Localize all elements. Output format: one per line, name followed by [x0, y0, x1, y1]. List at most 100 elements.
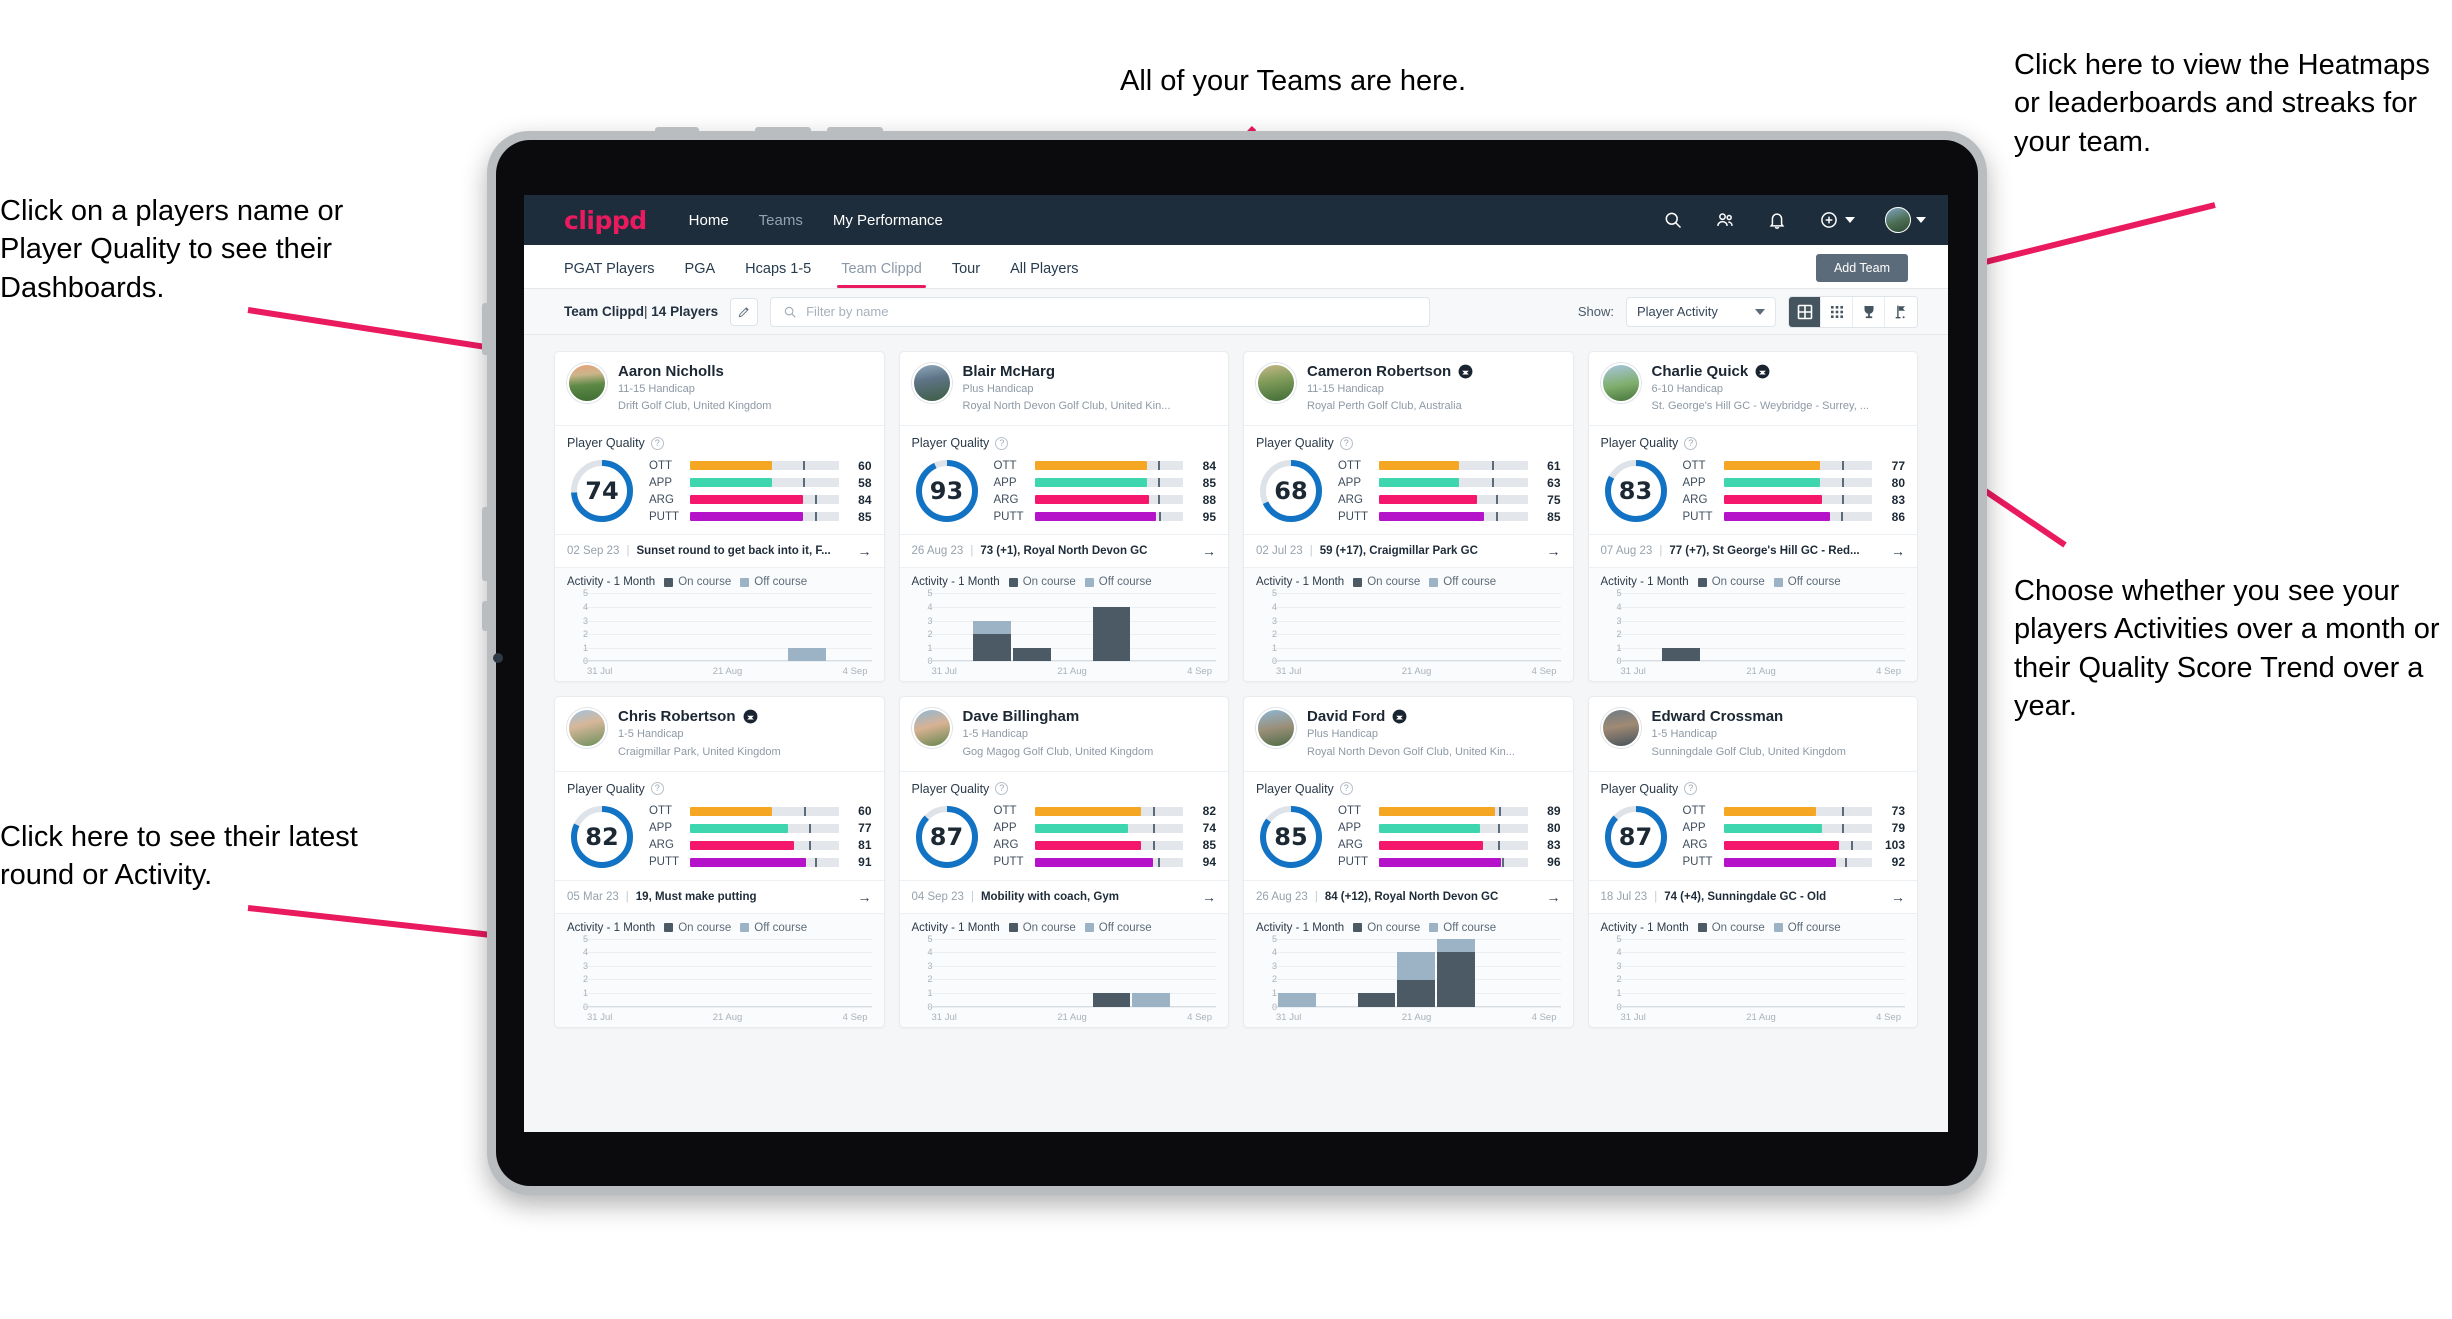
player-name-row[interactable]: Chris Robertson [618, 708, 781, 725]
dense-grid-view-button[interactable] [1821, 296, 1853, 327]
show-select[interactable]: Player Activity [1626, 296, 1776, 327]
player-avatar[interactable] [1600, 363, 1641, 403]
player-name[interactable]: Edward Crossman [1652, 708, 1784, 725]
player-name-row[interactable]: Cameron Robertson [1307, 363, 1473, 380]
power-button[interactable] [655, 127, 699, 135]
player-avatar[interactable] [1600, 708, 1641, 749]
player-name[interactable]: Cameron Robertson [1307, 363, 1451, 380]
quality-donut[interactable]: 93 [912, 456, 982, 526]
player-avatar[interactable] [911, 708, 952, 749]
question-circle-icon[interactable]: ? [995, 782, 1009, 796]
player-card[interactable]: Aaron Nicholls 11-15 Handicap Drift Golf… [554, 351, 885, 683]
player-name-row[interactable]: Aaron Nicholls [618, 363, 771, 380]
player-name-row[interactable]: Dave Billingham [963, 708, 1154, 725]
player-header[interactable]: Blair McHarg Plus Handicap Royal North D… [900, 352, 1229, 425]
player-name-row[interactable]: Blair McHarg [963, 363, 1171, 380]
quality-donut[interactable]: 68 [1256, 456, 1326, 526]
player-header[interactable]: Cameron Robertson 11-15 Handicap Royal P… [1244, 352, 1573, 425]
player-name[interactable]: Blair McHarg [963, 363, 1056, 380]
player-quality-section[interactable]: Player Quality ? 87 OTT 82 APP 74 ARG 85… [899, 770, 1228, 880]
player-name[interactable]: Chris Robertson [618, 708, 736, 725]
quality-donut[interactable]: 85 [1256, 802, 1326, 872]
create-menu[interactable] [1818, 209, 1855, 231]
player-avatar[interactable] [1256, 363, 1296, 403]
player-avatar[interactable] [567, 363, 607, 403]
player-name-row[interactable]: Charlie Quick [1652, 363, 1869, 380]
latest-activity-row[interactable]: 05 Mar 23 | 19, Must make putting → [555, 879, 884, 913]
add-team-button[interactable]: Add Team [1815, 254, 1908, 282]
people-icon[interactable] [1714, 209, 1736, 231]
player-quality-section[interactable]: Player Quality ? 74 OTT 60 APP 58 ARG 84… [555, 425, 884, 534]
player-quality-section[interactable]: Player Quality ? 68 OTT 61 APP 63 ARG 75… [1244, 425, 1573, 534]
quality-donut[interactable]: 74 [567, 456, 637, 526]
player-card[interactable]: David Ford Plus Handicap Royal North Dev… [1243, 696, 1574, 1028]
latest-activity-row[interactable]: 07 Aug 23 | 77 (+7), St George's Hill GC… [1588, 534, 1917, 567]
player-card[interactable]: Chris Robertson 1-5 Handicap Craigmillar… [554, 696, 885, 1028]
volume-up-button[interactable] [755, 127, 811, 135]
tab-tour[interactable]: Tour [952, 261, 980, 288]
player-avatar[interactable] [1256, 708, 1296, 749]
player-header[interactable]: Aaron Nicholls 11-15 Handicap Drift Golf… [555, 352, 884, 425]
arrow-right-icon[interactable]: → [858, 543, 872, 559]
arrow-right-icon[interactable]: → [1547, 543, 1561, 559]
question-circle-icon[interactable]: ? [1684, 436, 1698, 450]
question-circle-icon[interactable]: ? [1339, 782, 1353, 796]
arrow-right-icon[interactable]: → [1547, 889, 1561, 905]
question-circle-icon[interactable]: ? [995, 436, 1009, 450]
nav-item-my-performance[interactable]: My Performance [833, 212, 943, 229]
side-button-3[interactable] [482, 601, 490, 631]
player-header[interactable]: Charlie Quick 6-10 Handicap St. George's… [1589, 352, 1918, 425]
latest-activity-row[interactable]: 02 Sep 23 | Sunset round to get back int… [555, 534, 884, 567]
player-card[interactable]: Edward Crossman 1-5 Handicap Sunningdale… [1587, 696, 1918, 1028]
player-quality-section[interactable]: Player Quality ? 83 OTT 77 APP 80 ARG 83… [1588, 425, 1917, 534]
question-circle-icon[interactable]: ? [650, 782, 664, 796]
player-card[interactable]: Dave Billingham 1-5 Handicap Gog Magog G… [898, 696, 1229, 1028]
player-header[interactable]: Dave Billingham 1-5 Handicap Gog Magog G… [900, 697, 1229, 770]
question-circle-icon[interactable]: ? [1684, 782, 1698, 796]
quality-donut[interactable]: 87 [912, 802, 982, 872]
player-card[interactable]: Cameron Robertson 11-15 Handicap Royal P… [1243, 351, 1574, 683]
player-name[interactable]: Charlie Quick [1652, 363, 1749, 380]
player-name[interactable]: Aaron Nicholls [618, 363, 724, 380]
player-card[interactable]: Charlie Quick 6-10 Handicap St. George's… [1587, 351, 1918, 683]
player-name[interactable]: Dave Billingham [963, 708, 1080, 725]
player-header[interactable]: Edward Crossman 1-5 Handicap Sunningdale… [1589, 697, 1918, 770]
latest-activity-row[interactable]: 04 Sep 23 | Mobility with coach, Gym → [899, 879, 1228, 913]
search-icon[interactable] [1662, 209, 1684, 231]
tab-all-players[interactable]: All Players [1010, 261, 1079, 288]
player-avatar[interactable] [567, 708, 607, 749]
quality-donut[interactable]: 82 [567, 802, 637, 872]
search-input[interactable]: Filter by name [806, 304, 888, 319]
question-circle-icon[interactable]: ? [1339, 436, 1353, 450]
heatmap-view-button[interactable] [1885, 296, 1917, 327]
player-header[interactable]: David Ford Plus Handicap Royal North Dev… [1244, 697, 1573, 770]
clippd-logo[interactable]: clippd [564, 206, 647, 235]
bell-icon[interactable] [1766, 209, 1788, 231]
nav-item-home[interactable]: Home [689, 212, 729, 229]
player-avatar[interactable] [911, 363, 952, 403]
avatar[interactable] [1885, 207, 1911, 233]
player-quality-section[interactable]: Player Quality ? 87 OTT 73 APP 79 ARG 10… [1588, 770, 1917, 880]
arrow-right-icon[interactable]: → [1202, 543, 1216, 559]
latest-activity-row[interactable]: 02 Jul 23 | 59 (+17), Craigmillar Park G… [1244, 534, 1573, 567]
search-input-wrapper[interactable]: Filter by name [770, 296, 1431, 327]
player-quality-section[interactable]: Player Quality ? 93 OTT 84 APP 85 ARG 88… [899, 425, 1228, 534]
player-quality-section[interactable]: Player Quality ? 85 OTT 89 APP 80 ARG 83… [1244, 770, 1573, 880]
player-card[interactable]: Blair McHarg Plus Handicap Royal North D… [898, 351, 1229, 683]
arrow-right-icon[interactable]: → [1202, 889, 1216, 905]
card-view-button[interactable] [1789, 296, 1821, 327]
leaderboard-view-button[interactable] [1853, 296, 1885, 327]
player-quality-section[interactable]: Player Quality ? 82 OTT 60 APP 77 ARG 81… [555, 770, 884, 880]
latest-activity-row[interactable]: 26 Aug 23 | 73 (+1), Royal North Devon G… [899, 534, 1228, 567]
side-button-1[interactable] [482, 303, 490, 355]
nav-item-teams[interactable]: Teams [759, 212, 803, 229]
side-button-2[interactable] [482, 507, 490, 581]
plus-circle-icon[interactable] [1818, 209, 1840, 231]
arrow-right-icon[interactable]: → [1891, 543, 1905, 559]
tab-team-clippd[interactable]: Team Clippd [837, 261, 926, 288]
question-circle-icon[interactable]: ? [650, 436, 664, 450]
tab-pgat-players[interactable]: PGAT Players [564, 261, 655, 288]
latest-activity-row[interactable]: 26 Aug 23 | 84 (+12), Royal North Devon … [1244, 879, 1573, 913]
player-name[interactable]: David Ford [1307, 708, 1385, 725]
edit-team-button[interactable] [730, 297, 759, 326]
